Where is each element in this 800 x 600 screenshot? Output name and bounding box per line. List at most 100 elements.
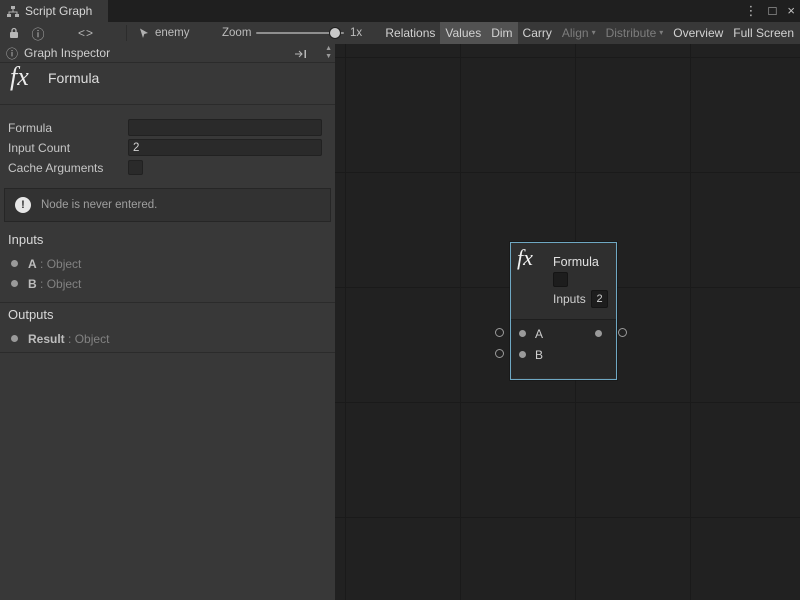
- zoom-label: Zoom: [222, 22, 251, 44]
- zoom-value: 1x: [350, 22, 362, 44]
- inspector-header: ⓘ Graph Inspector: [0, 44, 335, 63]
- info-icon: ⓘ: [6, 45, 18, 62]
- warning-box: ! Node is never entered.: [4, 188, 331, 222]
- warning-icon: !: [15, 197, 31, 213]
- divider: [0, 302, 335, 303]
- graph-inspector-panel: ⓘ Graph Inspector ▲ ▼ fx Formula Formula…: [0, 44, 336, 600]
- scrollbar-arrows[interactable]: ▲ ▼: [325, 45, 332, 61]
- zoom-slider-handle[interactable]: [330, 28, 340, 38]
- graph-pointer-icon: [136, 22, 152, 44]
- port-type: Object: [47, 257, 82, 271]
- cache-arguments-label: Cache Arguments: [8, 160, 103, 176]
- relations-label: Relations: [385, 22, 435, 44]
- cache-arguments-checkbox[interactable]: [128, 160, 143, 175]
- align-label: Align: [562, 22, 589, 44]
- zoom-slider[interactable]: [256, 22, 344, 44]
- node-title: Formula: [553, 255, 599, 269]
- formula-field-label: Formula: [8, 120, 52, 136]
- divider: [0, 104, 335, 105]
- close-icon[interactable]: ×: [787, 0, 795, 22]
- fx-icon: fx: [517, 245, 533, 271]
- port-ring-result[interactable]: [618, 328, 627, 337]
- input-count-label: Input Count: [8, 140, 70, 156]
- port-type: Object: [75, 332, 110, 346]
- full-screen-label: Full Screen: [733, 22, 794, 44]
- port-ring-a[interactable]: [495, 328, 504, 337]
- maximize-icon[interactable]: □: [769, 0, 777, 22]
- unity-script-graph-window: Script Graph ⋮ □ × ⓘ <> enemy Zoom 1x Re…: [0, 0, 800, 600]
- full-screen-button[interactable]: Full Screen: [728, 22, 799, 44]
- scroll-up-icon[interactable]: ▲: [325, 45, 332, 53]
- code-icon[interactable]: <>: [74, 22, 98, 44]
- port-colon: :: [40, 257, 43, 271]
- tab-bar: Script Graph ⋮ □ ×: [0, 0, 800, 22]
- scroll-down-icon[interactable]: ▼: [325, 53, 332, 61]
- info-toggle-icon[interactable]: ⓘ: [28, 22, 48, 44]
- port-name-text: B: [28, 277, 37, 291]
- distribute-label: Distribute: [606, 22, 657, 44]
- unit-title: Formula: [48, 70, 99, 86]
- port-name: Result : Object: [28, 331, 109, 347]
- input-port-row-b: B : Object: [0, 276, 335, 292]
- graph-name[interactable]: enemy: [155, 22, 190, 44]
- warning-text: Node is never entered.: [41, 199, 157, 211]
- lock-icon[interactable]: [4, 22, 24, 44]
- node-inputs-label: Inputs: [553, 292, 586, 306]
- port-b-dot[interactable]: [519, 351, 526, 358]
- dim-button[interactable]: Dim: [486, 22, 517, 44]
- values-label: Values: [445, 22, 481, 44]
- output-port-row-result: Result : Object: [0, 331, 335, 347]
- formula-input[interactable]: [128, 119, 322, 136]
- node-input-count-field[interactable]: 2: [591, 290, 608, 308]
- port-ring-b[interactable]: [495, 349, 504, 358]
- node-port-row-a: A: [511, 323, 616, 344]
- inspector-title: Graph Inspector: [24, 46, 110, 60]
- port-result-dot[interactable]: [595, 330, 602, 337]
- overview-button[interactable]: Overview: [668, 22, 728, 44]
- port-colon: :: [68, 332, 71, 346]
- port-dot-icon: [11, 280, 18, 287]
- values-button[interactable]: Values: [440, 22, 486, 44]
- distribute-button: Distribute▾: [601, 22, 669, 44]
- graph-toolbar: ⓘ <> enemy Zoom 1x Relations Values Dim …: [0, 22, 800, 45]
- formula-node-ports: A B: [511, 319, 616, 378]
- script-graph-icon: [7, 6, 19, 17]
- port-b-label: B: [535, 348, 543, 362]
- toolbar-separator: [126, 25, 127, 41]
- graph-canvas[interactable]: fx Formula Inputs 2 A B: [335, 44, 800, 600]
- formula-node-header[interactable]: fx Formula Inputs 2: [511, 243, 616, 319]
- relations-button[interactable]: Relations: [380, 22, 440, 44]
- inputs-section-header: Inputs: [8, 232, 43, 247]
- port-a-label: A: [535, 327, 543, 341]
- outputs-section-header: Outputs: [8, 307, 54, 322]
- port-name: B : Object: [28, 276, 81, 292]
- window-controls: ⋮ □ ×: [745, 0, 795, 22]
- chevron-down-icon: ▾: [592, 22, 596, 44]
- node-port-row-b: B: [511, 344, 616, 365]
- port-name-text: Result: [28, 332, 65, 346]
- port-dot-icon: [11, 260, 18, 267]
- dock-icon[interactable]: [294, 48, 307, 62]
- align-button: Align▾: [557, 22, 601, 44]
- divider: [0, 352, 335, 353]
- port-name-text: A: [28, 257, 37, 271]
- window-menu-icon[interactable]: ⋮: [745, 0, 758, 22]
- port-dot-icon: [11, 335, 18, 342]
- overview-label: Overview: [673, 22, 723, 44]
- chevron-down-icon: ▾: [659, 22, 663, 44]
- dim-label: Dim: [491, 22, 512, 44]
- fx-icon: fx: [10, 62, 29, 92]
- toolbar-buttons: Relations Values Dim Carry Align▾ Distri…: [380, 22, 799, 44]
- input-count-input[interactable]: [128, 139, 322, 156]
- formula-node[interactable]: fx Formula Inputs 2 A B: [510, 242, 617, 380]
- port-type: Object: [47, 277, 82, 291]
- carry-label: Carry: [523, 22, 552, 44]
- carry-button[interactable]: Carry: [518, 22, 557, 44]
- input-port-row-a: A : Object: [0, 256, 335, 272]
- tab-title: Script Graph: [25, 4, 92, 18]
- port-name: A : Object: [28, 256, 81, 272]
- port-a-dot[interactable]: [519, 330, 526, 337]
- tab-script-graph[interactable]: Script Graph: [0, 0, 108, 22]
- node-formula-input[interactable]: [553, 272, 568, 287]
- port-colon: :: [40, 277, 43, 291]
